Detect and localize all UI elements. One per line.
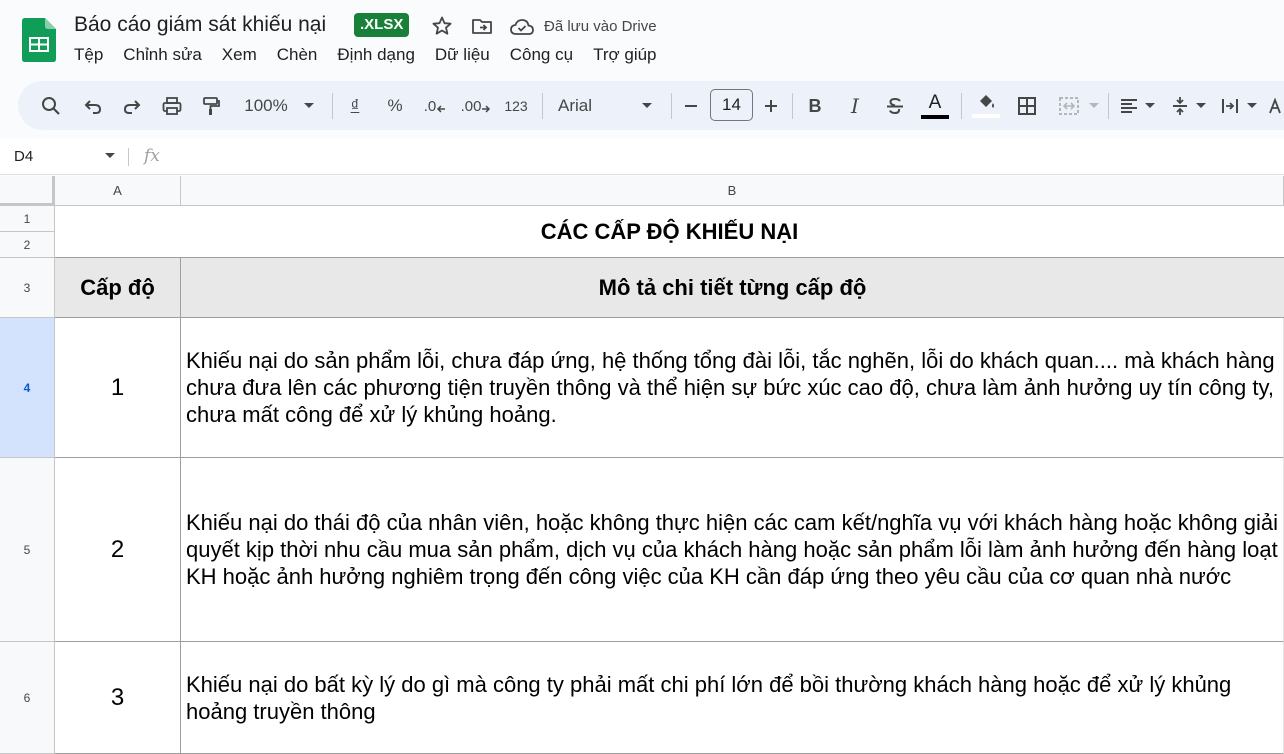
formula-bar-divider xyxy=(128,148,129,166)
font-chevron-down-icon[interactable] xyxy=(639,93,655,119)
column-header-a[interactable]: A xyxy=(55,176,181,206)
description-text-3: Khiếu nại do bất kỳ lý do gì mà công ty … xyxy=(186,671,1232,724)
text-wrapping-icon[interactable] xyxy=(1218,93,1242,119)
sheets-logo-icon[interactable] xyxy=(22,18,56,62)
level-cell-1[interactable]: 1 xyxy=(55,318,181,458)
row-header-3[interactable]: 3 xyxy=(0,258,55,318)
decrease-font-size-icon[interactable] xyxy=(680,93,702,119)
save-status[interactable]: Đã lưu vào Drive xyxy=(544,18,657,35)
sheet-title-cell[interactable]: CÁC CẤP ĐỘ KHIẾU NẠI xyxy=(55,206,1284,258)
horizontal-align-icon[interactable] xyxy=(1117,93,1141,119)
move-to-folder-icon[interactable] xyxy=(470,14,494,38)
text-color-button[interactable]: A xyxy=(920,91,950,121)
decrease-decimal-label: .0 xyxy=(423,97,437,115)
halign-chevron-down-icon[interactable] xyxy=(1143,93,1157,119)
print-icon[interactable] xyxy=(159,93,185,119)
font-size-input[interactable]: 14 xyxy=(710,89,753,121)
description-cell-2[interactable]: Khiếu nại do thái độ của nhân viên, hoặc… xyxy=(181,458,1284,642)
description-cell-3[interactable]: Khiếu nại do bất kỳ lý do gì mà công ty … xyxy=(181,642,1284,754)
redo-icon[interactable] xyxy=(119,93,145,119)
row-header-6[interactable]: 6 xyxy=(0,642,55,754)
decrease-decimal-button[interactable]: .0 xyxy=(421,93,449,119)
formula-bar: D4 fx xyxy=(0,139,1284,175)
row-header-2[interactable]: 2 xyxy=(0,232,55,258)
cloud-saved-icon[interactable] xyxy=(509,15,534,39)
fill-color-swatch xyxy=(972,113,1000,118)
document-title[interactable]: Báo cáo giám sát khiếu nại xyxy=(74,13,326,37)
menu-file[interactable]: Tệp xyxy=(74,45,113,65)
font-family-select[interactable]: Arial xyxy=(558,93,598,119)
menu-help[interactable]: Trợ giúp xyxy=(593,45,666,65)
format-currency-button[interactable]: ₫ xyxy=(344,93,366,119)
toolbar-divider xyxy=(332,93,333,119)
arrow-left-icon xyxy=(437,105,446,113)
text-color-swatch xyxy=(921,115,949,119)
paint-format-icon[interactable] xyxy=(198,93,224,119)
zoom-select[interactable]: 100% xyxy=(240,93,292,119)
toolbar-divider xyxy=(792,93,793,119)
column-header-b[interactable]: B xyxy=(181,176,1284,206)
star-icon[interactable] xyxy=(430,14,454,38)
formula-input[interactable] xyxy=(180,148,1260,168)
description-text-2: Khiếu nại do thái độ của nhân viên, hoặc… xyxy=(186,510,1278,589)
text-color-label: A xyxy=(928,92,942,113)
menu-insert[interactable]: Chèn xyxy=(277,45,328,65)
title-bar: Báo cáo giám sát khiếu nại .XLSX Đã lưu … xyxy=(0,0,1284,80)
fill-color-icon[interactable] xyxy=(971,90,1001,120)
italic-button[interactable]: I xyxy=(845,93,865,119)
search-menus-icon[interactable] xyxy=(38,93,64,119)
header-cell-description[interactable]: Mô tả chi tiết từng cấp độ xyxy=(181,258,1284,318)
description-text-1: Khiếu nại do sản phẩm lỗi, chưa đáp ứng,… xyxy=(186,348,1275,427)
menu-edit[interactable]: Chỉnh sửa xyxy=(123,45,211,65)
text-rotation-icon[interactable] xyxy=(1268,93,1284,119)
wrap-chevron-down-icon[interactable] xyxy=(1245,93,1259,119)
file-type-badge: .XLSX xyxy=(354,13,410,37)
zoom-chevron-down-icon[interactable] xyxy=(301,93,317,119)
toolbar-divider xyxy=(671,93,672,119)
toolbar-divider xyxy=(542,93,543,119)
increase-font-size-icon[interactable] xyxy=(760,93,782,119)
select-all-corner[interactable] xyxy=(0,176,55,206)
name-box[interactable]: D4 xyxy=(14,148,33,165)
level-cell-3[interactable]: 3 xyxy=(55,642,181,754)
row-header-1[interactable]: 1 xyxy=(0,206,55,232)
merge-cells-icon[interactable] xyxy=(1056,93,1082,119)
strikethrough-icon[interactable] xyxy=(884,93,906,119)
format-percent-button[interactable]: % xyxy=(384,93,406,119)
spreadsheet-grid: A B 1 2 3 4 5 6 CÁC CẤP ĐỘ KHIẾU NẠI Cấp… xyxy=(0,176,1284,754)
level-cell-2[interactable]: 2 xyxy=(55,458,181,642)
valign-chevron-down-icon[interactable] xyxy=(1194,93,1208,119)
fx-icon: fx xyxy=(144,146,160,166)
bold-button[interactable]: B xyxy=(805,93,825,119)
number-format-button[interactable]: 123 xyxy=(501,93,531,119)
row-header-4[interactable]: 4 xyxy=(0,318,55,458)
menu-tools[interactable]: Công cụ xyxy=(510,45,583,65)
header-cell-level[interactable]: Cấp độ xyxy=(55,258,181,318)
undo-icon[interactable] xyxy=(80,93,106,119)
increase-decimal-label: .00 xyxy=(460,97,482,115)
borders-icon[interactable] xyxy=(1014,93,1040,119)
toolbar: 100% ₫ % .0 .00 123 Arial 14 B I A xyxy=(18,81,1284,130)
toolbar-divider xyxy=(961,93,962,119)
menu-data[interactable]: Dữ liệu xyxy=(435,45,500,65)
increase-decimal-button[interactable]: .00 xyxy=(460,93,492,119)
menu-bar: Tệp Chỉnh sửa Xem Chèn Định dạng Dữ liệu… xyxy=(74,45,677,65)
merge-chevron-down-icon[interactable] xyxy=(1087,93,1101,119)
arrow-right-icon xyxy=(482,105,491,113)
description-cell-1[interactable]: Khiếu nại do sản phẩm lỗi, chưa đáp ứng,… xyxy=(181,318,1284,458)
menu-view[interactable]: Xem xyxy=(222,45,267,65)
row-header-5[interactable]: 5 xyxy=(0,458,55,642)
menu-format[interactable]: Định dạng xyxy=(337,45,425,65)
toolbar-divider xyxy=(1108,93,1109,119)
vertical-align-icon[interactable] xyxy=(1168,93,1192,119)
name-box-chevron-down-icon[interactable] xyxy=(104,152,116,160)
